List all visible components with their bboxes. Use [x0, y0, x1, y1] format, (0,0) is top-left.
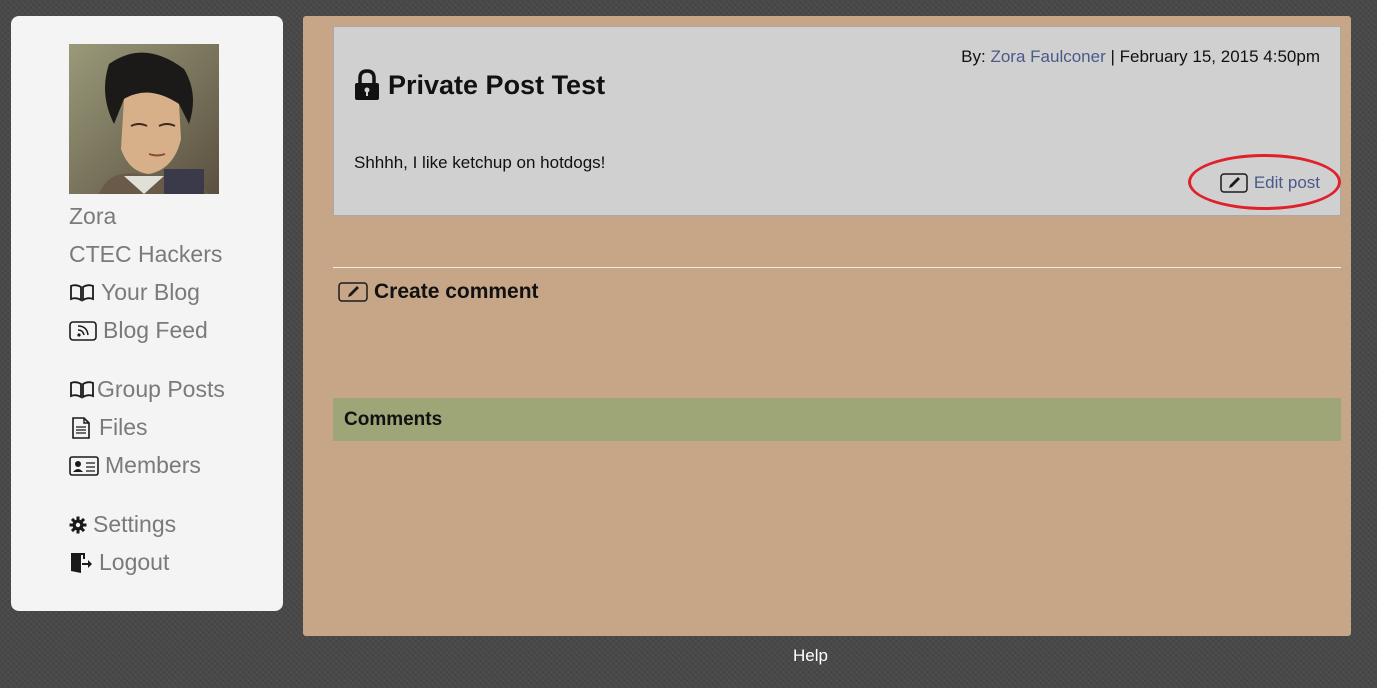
open-book-icon	[69, 283, 95, 303]
sidebar-item-blog-feed[interactable]: Blog Feed	[69, 317, 208, 344]
byline-prefix: By:	[961, 47, 986, 66]
sidebar-item-label: Blog Feed	[103, 317, 208, 343]
sidebar-item-group-posts[interactable]: Group Posts	[69, 376, 225, 403]
user-name[interactable]: Zora	[69, 203, 116, 230]
group-name-label: CTEC Hackers	[69, 241, 223, 267]
edit-pencil-icon	[338, 282, 368, 302]
sidebar: Zora CTEC Hackers Your Blog Blog Feed Gr…	[11, 16, 283, 611]
avatar[interactable]	[69, 44, 219, 194]
logout-door-icon	[69, 551, 93, 575]
document-icon	[69, 416, 93, 440]
comments-header: Comments	[333, 398, 1341, 441]
post-card: By: Zora Faulconer | February 15, 2015 4…	[333, 26, 1341, 216]
edit-pencil-icon	[1220, 173, 1248, 193]
sidebar-item-label: Members	[105, 452, 201, 478]
sidebar-item-label: Logout	[99, 549, 170, 575]
post-title: Private Post Test	[354, 69, 605, 101]
id-card-icon	[69, 455, 99, 476]
edit-post-link[interactable]: Edit post	[1220, 173, 1320, 193]
comments-heading: Comments	[344, 408, 443, 430]
post-byline: By: Zora Faulconer | February 15, 2015 4…	[961, 47, 1320, 67]
group-name[interactable]: CTEC Hackers	[69, 241, 222, 268]
post-body: Shhhh, I like ketchup on hotdogs!	[354, 153, 606, 172]
sidebar-item-label: Settings	[93, 511, 177, 537]
sidebar-item-logout[interactable]: Logout	[69, 549, 169, 576]
user-name-label: Zora	[69, 203, 117, 229]
help-link[interactable]: Help	[793, 646, 828, 666]
create-comment-button[interactable]: Create comment	[338, 280, 539, 304]
sidebar-item-label: Your Blog	[101, 279, 200, 305]
divider	[333, 267, 1341, 268]
sidebar-item-members[interactable]: Members	[69, 452, 201, 479]
sidebar-item-files[interactable]: Files	[69, 414, 148, 441]
byline-separator: |	[1110, 47, 1115, 66]
author-link[interactable]: Zora Faulconer	[990, 47, 1105, 66]
lock-icon	[354, 69, 380, 101]
main-panel: By: Zora Faulconer | February 15, 2015 4…	[303, 16, 1351, 636]
rss-feed-icon	[69, 320, 97, 341]
post-date: February 15, 2015 4:50pm	[1119, 47, 1320, 66]
create-comment-label: Create comment	[374, 280, 539, 303]
edit-post-label: Edit post	[1253, 173, 1320, 192]
post-title-text: Private Post Test	[388, 70, 606, 100]
sidebar-item-your-blog[interactable]: Your Blog	[69, 279, 200, 306]
sidebar-item-label: Files	[99, 414, 148, 440]
sidebar-item-settings[interactable]: Settings	[69, 511, 176, 538]
open-book-icon	[69, 380, 95, 400]
sidebar-item-label: Group Posts	[97, 376, 225, 402]
gear-icon	[69, 516, 87, 534]
